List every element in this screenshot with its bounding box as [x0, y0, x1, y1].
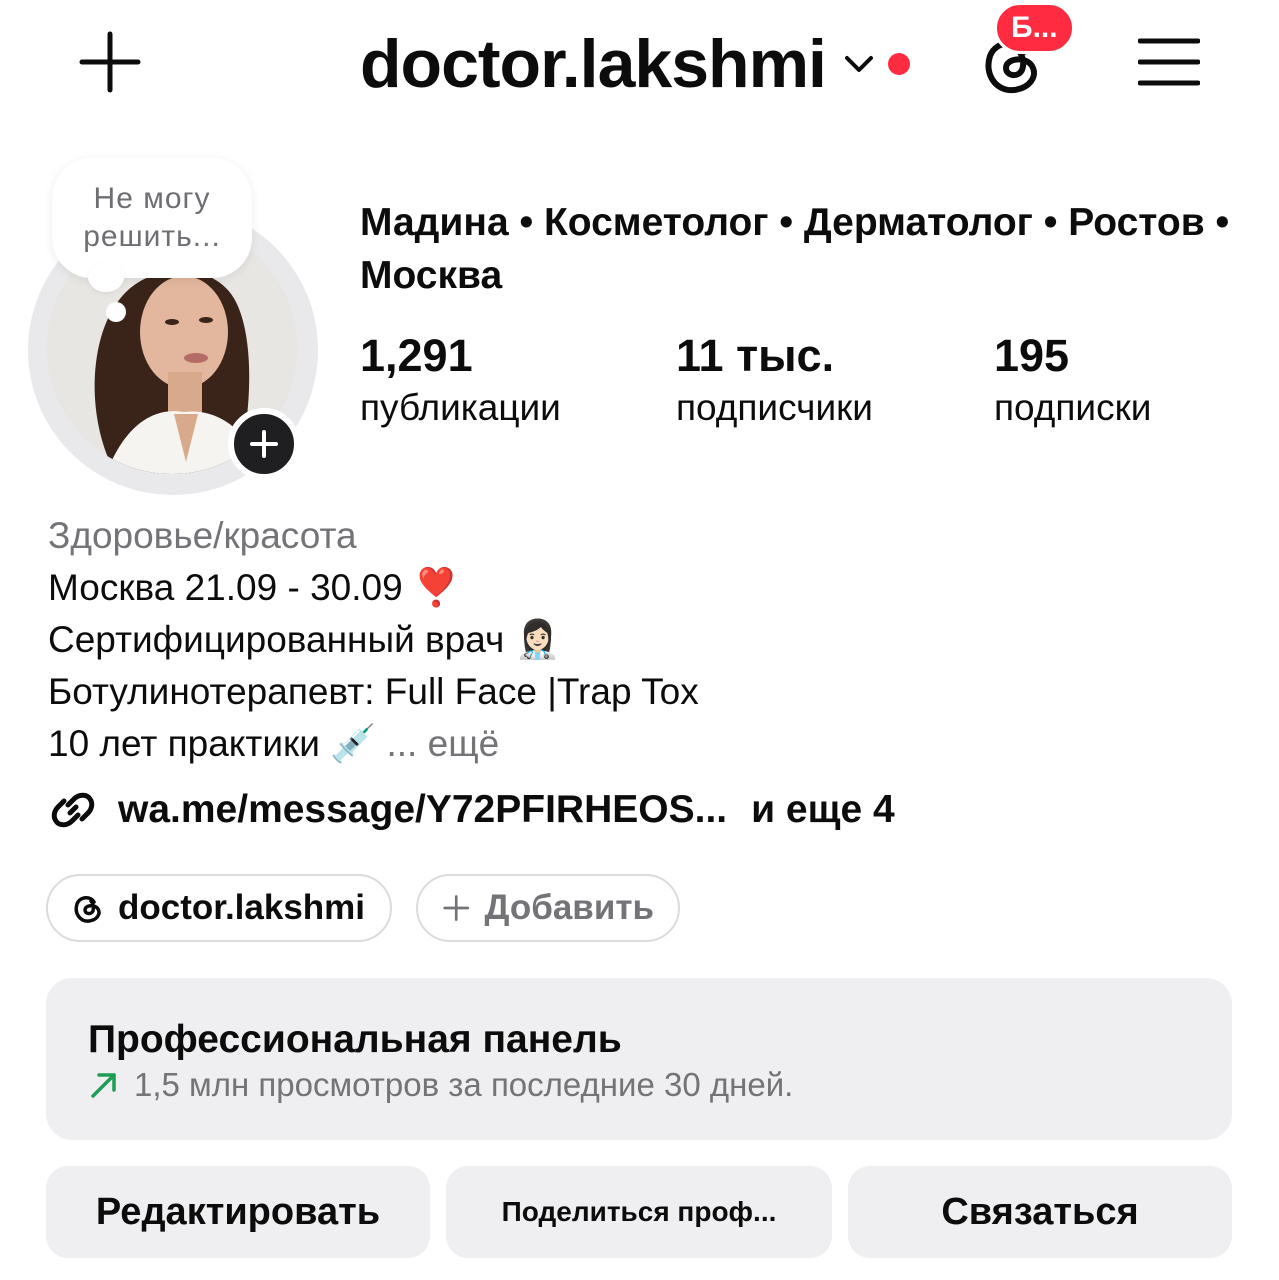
stat-posts[interactable]: 1,291 публикации [360, 330, 561, 434]
note-bubble-tail-small [106, 302, 126, 322]
add-link-chip[interactable]: Добавить [416, 874, 680, 942]
contact-button[interactable]: Связаться [848, 1166, 1232, 1258]
stat-followers[interactable]: 11 тыс. подписчики [676, 330, 873, 434]
note-bubble-tail [88, 262, 124, 292]
note-bubble[interactable]: Не могу решить... [52, 158, 252, 278]
link-more[interactable]: и еще 4 [751, 788, 895, 832]
plus-icon [250, 430, 278, 458]
bio: Здоровье/красота Москва 21.09 - 30.09 ❣️… [48, 510, 1228, 770]
plus-icon[interactable] [78, 30, 142, 94]
username-title: doctor.lakshmi [360, 26, 827, 102]
profile-category: Здоровье/красота [48, 515, 357, 556]
professional-dashboard[interactable]: Профессиональная панель 1,5 млн просмотр… [46, 978, 1232, 1140]
hamburger-menu-icon[interactable] [1138, 36, 1200, 88]
stat-followers-count: 11 тыс. [676, 330, 835, 381]
dashboard-subtitle: 1,5 млн просмотров за последние 30 дней. [134, 1066, 794, 1103]
bio-line: 10 лет практики 💉 [48, 723, 377, 764]
threads-profile-chip[interactable]: doctor.lakshmi [46, 874, 392, 942]
bio-line-last: 10 лет практики 💉 ... ещё [48, 718, 1228, 770]
stat-followers-label: подписчики [676, 387, 873, 428]
profile-full-name: Мадина • Косметолог • Дерматолог • Росто… [360, 201, 1230, 297]
add-story-button[interactable] [228, 408, 300, 480]
link-icon [51, 792, 95, 828]
plus-icon [443, 895, 470, 921]
notification-dot [887, 53, 910, 75]
account-switcher[interactable]: doctor.lakshmi [360, 22, 910, 106]
top-bar: doctor.lakshmi Б... [0, 0, 1279, 130]
link-url[interactable]: wa.me/message/Y72PFIRHEOS... [118, 788, 727, 832]
dashboard-title: Профессиональная панель [88, 1018, 622, 1061]
trend-up-arrow-icon [91, 1073, 116, 1098]
threads-chip-label: doctor.lakshmi [118, 888, 366, 927]
bio-more-link[interactable]: ... ещё [387, 723, 500, 764]
stat-following-count: 195 [994, 330, 1070, 381]
add-chip-label: Добавить [484, 888, 654, 927]
stat-posts-count: 1,291 [360, 330, 473, 381]
bio-line: Ботулинотерапевт: Full Face |Trap Tox [48, 671, 699, 712]
stat-following-label: подписки [994, 387, 1152, 428]
threads-badge: Б... [994, 2, 1075, 54]
threads-icon [74, 896, 101, 923]
external-links[interactable]: wa.me/message/Y72PFIRHEOS... и еще 4 [48, 782, 895, 838]
dashboard-subtitle-row: 1,5 млн просмотров за последние 30 дней. [88, 1066, 793, 1104]
stat-following[interactable]: 195 подписки [994, 330, 1151, 434]
stat-posts-label: публикации [360, 387, 561, 428]
note-text: Не могу решить... [83, 182, 221, 253]
bio-line: Москва 21.09 - 30.09 ❣️ [48, 567, 460, 608]
edit-profile-button[interactable]: Редактировать [46, 1166, 430, 1258]
chevron-down-icon [844, 56, 873, 72]
share-profile-button[interactable]: Поделиться проф... [446, 1166, 832, 1258]
bio-line: Сертифицированный врач 👩🏻‍⚕️ [48, 619, 561, 660]
